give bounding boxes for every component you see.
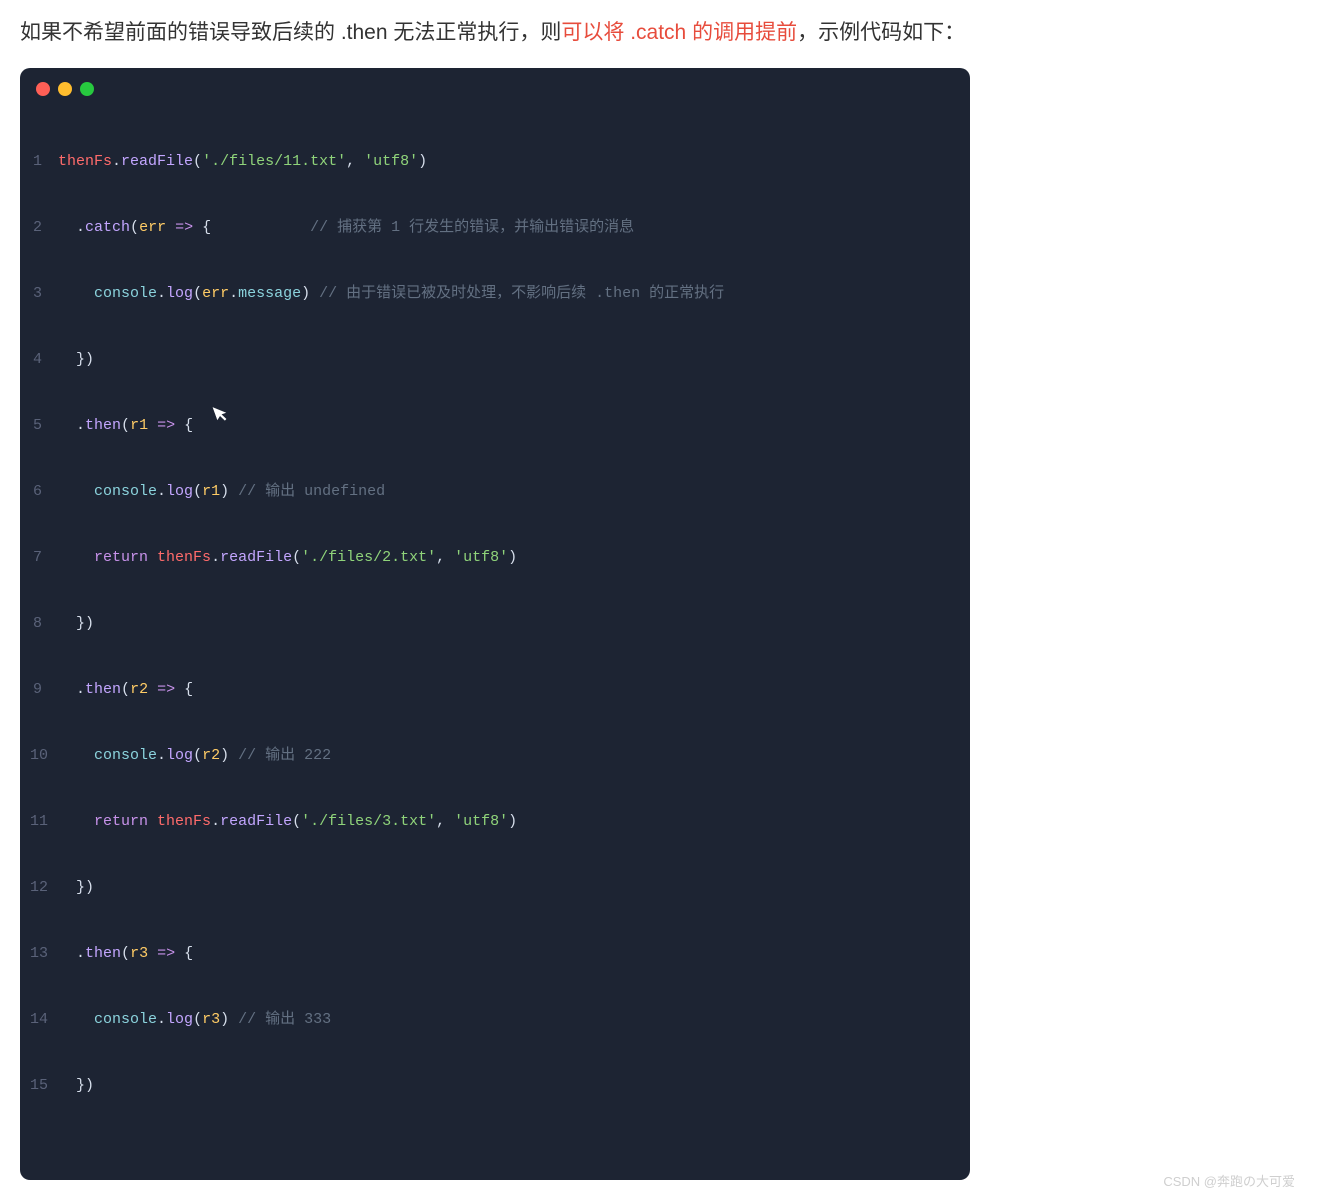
close-icon [36,82,50,96]
line-number: 12 [30,871,58,904]
line-number: 2 [30,211,58,244]
code-body: 1thenFs.readFile('./files/11.txt', 'utf8… [20,106,970,1172]
code-line: console.log(err.message) // 由于错误已被及时处理，不… [58,277,954,310]
line-number: 10 [30,739,58,772]
line-number: 9 [30,673,58,706]
code-line: }) [58,607,954,640]
line-number: 11 [30,805,58,838]
code-line: console.log(r2) // 输出 222 [58,739,954,772]
code-line: .catch(err => { // 捕获第 1 行发生的错误，并输出错误的消息 [58,211,954,244]
code-line: }) [58,871,954,904]
code-line: }) [58,1069,954,1102]
line-number: 1 [30,145,58,178]
code-line: .then(r2 => { [58,673,954,706]
line-number: 4 [30,343,58,376]
code-line: return thenFs.readFile('./files/3.txt', … [58,805,954,838]
line-number: 7 [30,541,58,574]
watermark-text: CSDN @奔跑の大可爱 [1163,1171,1295,1190]
intro-text: 如果不希望前面的错误导致后续的 .then 无法正常执行，则可以将 .catch… [20,16,1299,50]
code-line: }) [58,343,954,376]
code-window: 1thenFs.readFile('./files/11.txt', 'utf8… [20,68,970,1180]
line-number: 14 [30,1003,58,1036]
code-line: .then(r1 => { [58,409,954,442]
line-number: 5 [30,409,58,442]
line-number: 8 [30,607,58,640]
line-number: 15 [30,1069,58,1102]
code-line: console.log(r1) // 输出 undefined [58,475,954,508]
maximize-icon [80,82,94,96]
code-line: console.log(r3) // 输出 333 [58,1003,954,1036]
minimize-icon [58,82,72,96]
intro-part1: 如果不希望前面的错误导致后续的 .then 无法正常执行，则 [20,21,561,44]
window-titlebar [20,68,970,106]
intro-highlight: 可以将 .catch 的调用提前 [561,21,797,44]
code-line: .then(r3 => { [58,937,954,970]
code-line: return thenFs.readFile('./files/2.txt', … [58,541,954,574]
code-line: thenFs.readFile('./files/11.txt', 'utf8'… [58,145,954,178]
line-number: 3 [30,277,58,310]
line-number: 6 [30,475,58,508]
line-number: 13 [30,937,58,970]
intro-part2: ，示例代码如下： [797,21,965,44]
